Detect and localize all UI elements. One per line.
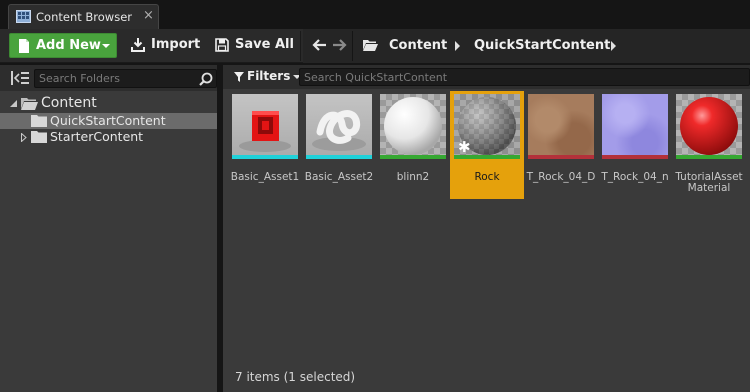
asset-label: Rock [474, 171, 500, 183]
asset-tile-blinn2[interactable]: blinn2 [376, 91, 450, 199]
asset-thumbnail [676, 94, 742, 159]
asset-tile-rock[interactable]: ✱ Rock [450, 91, 524, 199]
asset-type-stripe [380, 155, 446, 159]
white-sphere-icon [384, 97, 442, 155]
asset-thumbnail: ✱ [454, 94, 520, 159]
sources-header [0, 65, 217, 91]
import-button[interactable]: Import [131, 33, 200, 58]
content-browser-icon [16, 10, 31, 23]
tab-content-browser[interactable]: Content Browser × [8, 4, 159, 29]
folder-open-icon [363, 40, 378, 51]
folder-icon [31, 115, 47, 127]
asset-label: T_Rock_04_D [526, 171, 596, 183]
close-icon[interactable]: × [143, 8, 154, 23]
asset-type-stripe [602, 155, 668, 159]
tab-strip: Content Browser × [0, 0, 750, 29]
tab-title: Content Browser [36, 10, 132, 24]
red-sphere-icon [680, 97, 738, 155]
breadcrumb-quickstartcontent[interactable]: QuickStartContent [474, 38, 610, 53]
import-icon [131, 38, 145, 52]
tree-item-label: Content [41, 95, 97, 111]
toolbar-divider [300, 31, 301, 61]
asset-view-header: Filters [223, 65, 750, 89]
tree-item-label: StarterContent [50, 129, 144, 144]
asset-tile-t-rock-04-n[interactable]: T_Rock_04_n [598, 91, 672, 199]
import-label: Import [151, 37, 201, 52]
asset-thumbnail [602, 94, 668, 159]
asset-type-stripe [306, 155, 372, 159]
tree-item-quickstartcontent[interactable]: QuickStartContent [0, 113, 217, 129]
path-bar: Content QuickStartContent [303, 29, 750, 63]
asset-tile-tutorialasset-material[interactable]: TutorialAsset Material [672, 91, 746, 199]
breadcrumb-arrow-icon[interactable] [611, 41, 616, 51]
search-folders-field[interactable] [34, 69, 217, 88]
asset-type-stripe [232, 155, 298, 159]
expanded-arrow-icon[interactable] [10, 100, 18, 108]
toolbar: Add New Import Save All Content QuickSta… [0, 29, 750, 63]
folder-open-icon [21, 98, 38, 110]
asset-label: Basic_Asset1 [230, 171, 300, 183]
asset-thumbnail [528, 94, 594, 159]
new-file-icon [19, 39, 29, 53]
save-all-label: Save All [235, 37, 294, 52]
red-lattice-mesh-icon [239, 111, 291, 152]
filter-icon [234, 72, 244, 82]
breadcrumb-content[interactable]: Content [389, 38, 447, 53]
save-icon [215, 38, 229, 52]
breadcrumb-arrow-icon[interactable] [455, 41, 460, 51]
item-count-status: 7 items (1 selected) [235, 370, 356, 384]
asset-label: Basic_Asset2 [304, 171, 374, 183]
search-content-input[interactable] [304, 70, 744, 84]
sources-panel: Content QuickStartContent StarterContent [0, 65, 220, 392]
search-folders-input[interactable] [39, 71, 189, 86]
asterisk-icon: ✱ [458, 138, 471, 156]
asset-tile-t-rock-04-d[interactable]: T_Rock_04_D [524, 91, 598, 199]
asset-type-stripe [454, 155, 520, 159]
tree-item-content[interactable]: Content [0, 95, 217, 112]
folder-icon [31, 131, 47, 143]
asset-label: TutorialAsset Material [675, 171, 743, 194]
collapse-sources-icon[interactable] [11, 71, 29, 85]
asset-type-stripe [676, 155, 742, 159]
asset-tile-basic-asset1[interactable]: Basic_Asset1 [228, 91, 302, 199]
path-divider [352, 31, 353, 61]
collapsed-arrow-icon[interactable] [21, 133, 27, 142]
asset-tile-basic-asset2[interactable]: Basic_Asset2 [302, 91, 376, 199]
white-knot-mesh-icon [312, 110, 366, 151]
asset-view-panel: Filters Basic_Asset1 [223, 65, 750, 392]
filters-label: Filters [247, 69, 291, 83]
asset-thumbnail [380, 94, 446, 159]
asset-thumbnail [306, 94, 372, 159]
tree-item-label: QuickStartContent [50, 113, 166, 128]
search-content-field[interactable] [299, 68, 750, 86]
asset-label: T_Rock_04_n [601, 171, 669, 183]
back-arrow-icon[interactable] [312, 38, 327, 52]
search-icon[interactable] [199, 72, 213, 86]
asset-type-stripe [528, 155, 594, 159]
asset-thumbnail [232, 94, 298, 159]
chevron-down-icon [102, 44, 110, 48]
save-all-button[interactable]: Save All [215, 33, 294, 58]
tree-item-startercontent[interactable]: StarterContent [0, 129, 217, 145]
forward-arrow-icon[interactable] [332, 38, 347, 52]
asset-label: blinn2 [396, 171, 430, 183]
add-new-label: Add New [36, 38, 101, 53]
add-new-button[interactable]: Add New [9, 33, 117, 58]
